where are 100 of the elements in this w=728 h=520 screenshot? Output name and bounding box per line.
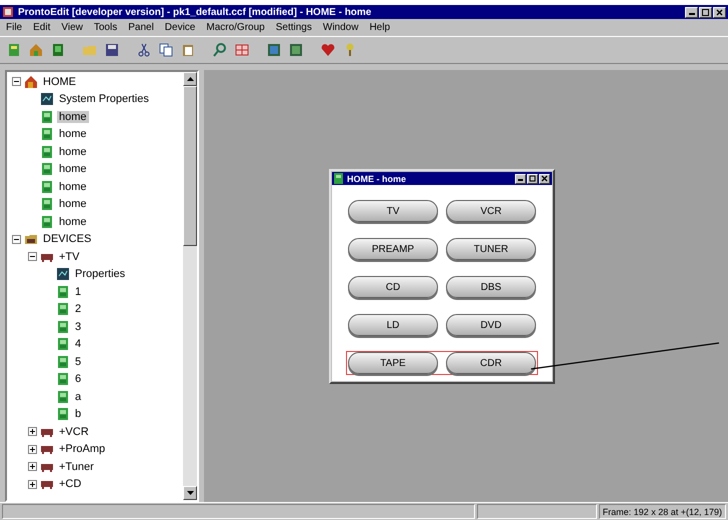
expand-toggle[interactable] — [28, 444, 37, 454]
tree-item[interactable]: home — [57, 180, 89, 193]
tree-item[interactable]: +TV — [57, 250, 82, 263]
tree-item[interactable]: 5 — [73, 356, 84, 368]
menu-item[interactable]: View — [61, 22, 83, 33]
screen-icon — [56, 267, 70, 282]
page-icon — [50, 42, 66, 58]
scissors-icon — [136, 42, 152, 58]
tree-item[interactable]: +VCR — [57, 426, 91, 438]
remote-button[interactable]: CD — [348, 276, 438, 298]
menu-item[interactable]: Device — [164, 22, 196, 33]
window-title: ProntoEdit [developer version] - pk1_default.ccf [modified] - HOME - home — [18, 6, 372, 18]
tree-item[interactable]: home — [57, 163, 89, 176]
maximize-button[interactable] — [527, 174, 538, 184]
tree-item[interactable]: home — [57, 110, 89, 123]
remote-button[interactable]: TUNER — [446, 238, 536, 260]
panel-icon — [40, 110, 54, 124]
expand-toggle[interactable] — [12, 77, 21, 86]
tree-item[interactable]: 1 — [73, 286, 84, 298]
panel-icon — [56, 284, 70, 299]
panel-icon — [40, 162, 54, 176]
screen-icon — [40, 92, 54, 106]
remote-button[interactable]: VCR — [446, 200, 536, 222]
panel-icon — [56, 372, 70, 386]
tree-item[interactable]: +Tuner — [57, 460, 96, 473]
close-button[interactable] — [713, 6, 726, 18]
screen-icon — [288, 42, 304, 58]
remote-button[interactable]: LD — [348, 314, 438, 336]
tree-item[interactable]: home — [57, 216, 89, 228]
panel-icon — [56, 302, 70, 316]
up-arrow-icon — [186, 76, 194, 82]
close-icon — [541, 175, 548, 182]
tree-item[interactable]: 4 — [73, 338, 84, 350]
minus-icon — [28, 252, 37, 262]
house-icon — [28, 42, 44, 58]
copy-icon — [158, 42, 174, 58]
maximize-button[interactable] — [699, 6, 712, 18]
remote-button[interactable]: DVD — [446, 314, 536, 336]
panel-icon — [40, 180, 54, 194]
minimize-icon — [688, 12, 694, 14]
panel-icon — [56, 390, 70, 404]
status-text: Frame: 192 x 28 at +(12, 179) — [598, 504, 726, 519]
menu-item[interactable]: Window — [322, 22, 358, 33]
menu-item[interactable]: File — [6, 22, 22, 33]
plus-icon — [28, 462, 37, 472]
panel-icon — [56, 407, 70, 422]
remote-button[interactable]: DBS — [446, 276, 536, 298]
panel-icon — [40, 144, 54, 159]
window-title: HOME - home — [347, 174, 408, 184]
scroll-thumb[interactable] — [183, 86, 197, 246]
remote-button[interactable]: PREAMP — [348, 238, 438, 260]
close-icon — [715, 8, 724, 16]
expand-toggle[interactable] — [28, 462, 37, 472]
panel-icon — [40, 127, 54, 142]
menu-item[interactable]: Edit — [33, 22, 50, 33]
panel-icon — [40, 214, 54, 229]
maximize-icon — [701, 8, 710, 16]
remote-button[interactable]: CDR — [446, 352, 536, 374]
tree-item[interactable]: 3 — [73, 320, 84, 333]
tree-item[interactable]: b — [73, 408, 84, 420]
minus-icon — [12, 77, 21, 86]
menu-item[interactable]: Help — [369, 22, 390, 33]
panel-icon — [334, 173, 343, 184]
remote-button[interactable]: TAPE — [348, 352, 438, 374]
tree-item[interactable]: home — [57, 128, 89, 140]
close-button[interactable] — [539, 174, 550, 184]
tree-item[interactable]: a — [73, 390, 84, 403]
house-icon — [24, 74, 38, 89]
expand-toggle[interactable] — [28, 480, 37, 489]
plus-icon — [28, 444, 37, 454]
tree-item[interactable]: +ProAmp — [57, 443, 108, 456]
minimize-icon — [518, 178, 523, 180]
magnifier-icon — [212, 42, 228, 58]
tree-item[interactable]: System Properties — [57, 93, 151, 106]
tree-item[interactable]: home — [57, 146, 89, 158]
scrollbar[interactable] — [183, 72, 197, 500]
expand-toggle[interactable] — [28, 252, 37, 262]
tree-item[interactable]: 6 — [73, 373, 84, 386]
tree-item[interactable]: 2 — [73, 303, 84, 316]
expand-toggle[interactable] — [28, 427, 37, 436]
menu-item[interactable]: Tools — [94, 22, 118, 33]
page-icon — [6, 42, 22, 58]
folder-icon — [24, 232, 38, 246]
expand-toggle[interactable] — [12, 234, 21, 244]
tree-item[interactable]: +CD — [57, 478, 84, 490]
minimize-button[interactable] — [515, 174, 526, 184]
panel-icon — [40, 197, 54, 212]
menu-item[interactable]: Macro/Group — [206, 22, 265, 33]
menu-item[interactable]: Panel — [128, 22, 154, 33]
remote-button[interactable]: TV — [348, 200, 438, 222]
plus-icon — [28, 427, 37, 436]
app-icon — [2, 6, 14, 18]
tree-item[interactable]: Properties — [73, 268, 128, 280]
menu-item[interactable]: Settings — [276, 22, 312, 33]
tree-item[interactable]: HOME — [41, 76, 78, 88]
tree-item[interactable]: home — [57, 198, 89, 210]
tree-item[interactable]: DEVICES — [41, 233, 94, 246]
minus-icon — [12, 234, 21, 244]
panel-icon — [56, 337, 70, 352]
minimize-button[interactable] — [685, 6, 698, 18]
